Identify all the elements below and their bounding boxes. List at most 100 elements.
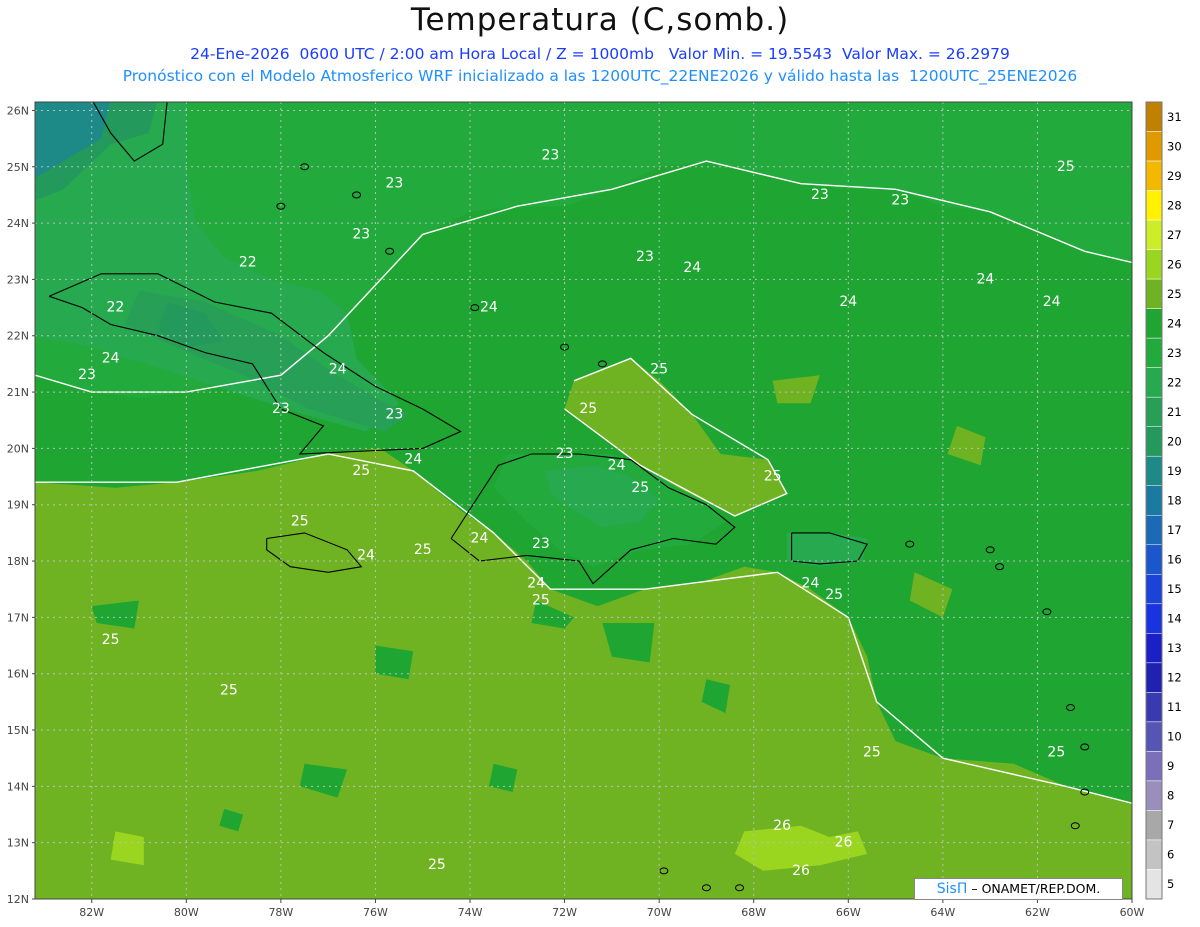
contour-label: 23 [78, 367, 96, 383]
legend-swatch [1145, 721, 1163, 752]
legend-swatch [1145, 574, 1163, 605]
legend-label: 25 [1167, 287, 1182, 301]
contour-label: 23 [891, 193, 909, 209]
legend-label: 24 [1167, 316, 1182, 330]
contour-label: 23 [532, 536, 550, 552]
legend-label: 26 [1167, 257, 1182, 271]
legend-swatch [1145, 426, 1163, 457]
temperature-map: 23 23 23 22 22 24 23 24 24 23 23 24 25 24 25 25 23 24 25 25… [7, 101, 1182, 919]
legend-swatch [1145, 839, 1163, 870]
legend-label: 21 [1167, 405, 1182, 419]
contour-label: 23 [352, 226, 370, 242]
legend-label: 7 [1167, 818, 1174, 832]
legend-label: 19 [1167, 464, 1182, 478]
legend-label: 8 [1167, 789, 1174, 803]
legend-swatch [1145, 249, 1163, 280]
lon-tick-label: 66W [836, 906, 861, 919]
legend-label: 13 [1167, 641, 1182, 655]
legend-label: 10 [1167, 730, 1182, 744]
contour-label: 25 [579, 401, 597, 417]
contour-label: 24 [102, 350, 120, 366]
lat-tick-label: 20N [7, 442, 29, 455]
legend-label: 31 [1167, 110, 1182, 124]
contour-label: 24 [839, 294, 857, 310]
contour-label: 22 [239, 255, 257, 271]
lon-tick-label: 64W [930, 906, 955, 919]
lat-tick-label: 13N [7, 837, 29, 850]
legend-swatch [1145, 219, 1163, 250]
legend-label: 12 [1167, 671, 1182, 685]
contour-label: 25 [1057, 159, 1075, 175]
legend-label: 30 [1167, 139, 1182, 153]
lat-tick-label: 17N [7, 611, 29, 624]
contour-label: 23 [556, 446, 574, 462]
legend-swatch [1145, 278, 1163, 309]
lon-tick-label: 62W [1025, 906, 1050, 919]
legend-swatch [1145, 692, 1163, 723]
sispi-logo-text: SisΠ [936, 881, 968, 897]
contour-label: 22 [106, 300, 124, 316]
legend-label: 14 [1167, 612, 1182, 626]
legend-label: 29 [1167, 169, 1182, 183]
contour-label: 24 [1043, 294, 1061, 310]
contour-label: 26 [835, 835, 853, 851]
lat-tick-label: 12N [7, 893, 29, 906]
lon-tick-label: 72W [552, 906, 577, 919]
lat-tick-label: 21N [7, 386, 29, 399]
lat-tick-label: 24N [7, 217, 29, 230]
legend-swatch [1145, 751, 1163, 782]
credit-text: – ONAMET/REP.DOM. [967, 881, 1101, 896]
contour-label: 24 [357, 547, 375, 563]
lat-tick-label: 19N [7, 499, 29, 512]
legend-label: 23 [1167, 346, 1182, 360]
legend-swatch [1145, 544, 1163, 575]
contour-label: 25 [428, 857, 446, 873]
contour-label: 25 [650, 362, 668, 378]
legend-swatch [1145, 780, 1163, 811]
lon-tick-label: 78W [268, 906, 293, 919]
legend-swatch [1145, 160, 1163, 191]
legend-label: 6 [1167, 848, 1174, 862]
legend-swatch [1145, 131, 1163, 162]
lat-tick-label: 22N [7, 330, 29, 343]
lat-tick-label: 16N [7, 668, 29, 681]
contour-label: 23 [385, 407, 403, 423]
contour-label: 25 [532, 592, 550, 608]
contour-label: 24 [977, 271, 995, 287]
legend-swatch [1145, 190, 1163, 221]
lat-tick-label: 26N [7, 104, 29, 117]
contour-label: 25 [102, 632, 120, 648]
contour-label: 23 [272, 401, 290, 417]
legend-swatch [1145, 603, 1163, 634]
contour-label: 26 [773, 818, 791, 834]
contour-label: 25 [352, 463, 370, 479]
contour-label: 25 [825, 587, 843, 603]
contour-label: 25 [291, 514, 309, 530]
contour-label: 25 [1047, 745, 1065, 761]
lat-tick-label: 14N [7, 780, 29, 793]
plot-area: 23 23 23 22 22 24 23 24 24 23 23 24 25 24 25 25 23 24 25 25… [35, 102, 1132, 899]
region-26c-sw [110, 831, 144, 866]
legend-label: 20 [1167, 434, 1182, 448]
credit-box: SisΠ – ONAMET/REP.DOM. [914, 878, 1123, 900]
contour-label: 23 [636, 249, 654, 265]
legend-swatch [1145, 396, 1163, 427]
legend-label: 9 [1167, 759, 1174, 773]
color-legend: 31 30 29 28 27 26 25 24 23 22 21 20 19 18 17 16 15 14 13 12… [1145, 101, 1182, 900]
lat-tick-label: 25N [7, 161, 29, 174]
legend-swatch [1145, 662, 1163, 693]
legend-swatch [1145, 455, 1163, 486]
legend-label: 5 [1167, 877, 1174, 891]
legend-swatch [1145, 101, 1163, 132]
legend-label: 28 [1167, 198, 1182, 212]
contour-label: 23 [811, 187, 829, 203]
legend-label: 27 [1167, 228, 1182, 242]
contour-label: 25 [631, 480, 649, 496]
contour-label: 24 [329, 362, 347, 378]
lon-tick-label: 76W [363, 906, 388, 919]
contour-label: 24 [802, 576, 820, 592]
lon-tick-label: 70W [647, 906, 672, 919]
lat-tick-label: 23N [7, 273, 29, 286]
contour-label: 24 [404, 452, 422, 468]
legend-label: 22 [1167, 375, 1182, 389]
